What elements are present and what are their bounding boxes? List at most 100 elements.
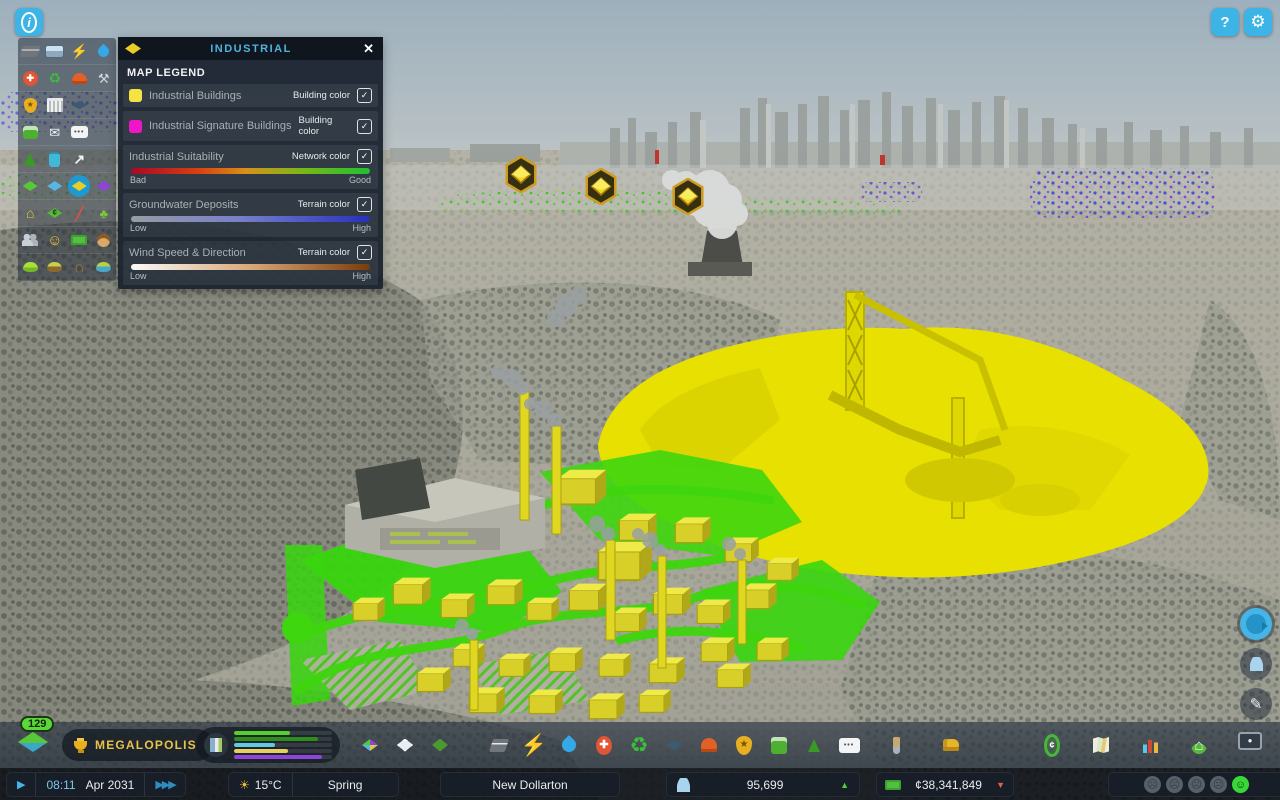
terrain-infoview-button[interactable]	[19, 256, 41, 278]
commercial-infoview-button[interactable]	[44, 175, 66, 197]
statistics-line-infoview-icon: ╱	[75, 207, 83, 220]
citizen-follow-button[interactable]	[1240, 648, 1272, 680]
play-button[interactable]: ▶	[17, 778, 25, 791]
legend-label: Industrial Signature Buildings	[149, 120, 291, 132]
routes-infoview-button[interactable]: ↗	[68, 148, 90, 170]
water-terrain-infoview-button[interactable]	[93, 256, 115, 278]
population-infoview-icon	[22, 234, 38, 246]
happiness-infoview-button[interactable]: ☺	[44, 229, 66, 251]
season-label: Spring	[328, 778, 363, 792]
electricity-infoview-button[interactable]: ⚡	[68, 40, 90, 62]
help-button[interactable]: ?	[1211, 8, 1239, 36]
parks-recreation-button[interactable]	[800, 730, 828, 760]
police-button[interactable]: ★	[730, 730, 758, 760]
workers-infoview-button[interactable]	[93, 229, 115, 251]
land-value-infoview-button[interactable]: ⌂	[19, 202, 41, 224]
checkbox[interactable]: ✓	[357, 245, 372, 260]
landscaping-button[interactable]	[882, 730, 910, 760]
speed-button[interactable]: ▶▶▶	[155, 778, 174, 791]
garbage-infoview-button[interactable]: ♻	[44, 67, 66, 89]
population-icon	[677, 778, 690, 792]
milestone-button[interactable]: MEGALOPOLIS	[62, 729, 213, 761]
money-infoview-button[interactable]	[68, 229, 90, 251]
vegetation-button[interactable]	[426, 730, 454, 760]
notes-button[interactable]: ✎	[1240, 688, 1272, 720]
mail-infoview-button[interactable]: ✉	[44, 121, 66, 143]
roads-button[interactable]	[485, 730, 513, 760]
zoning-demand-panel[interactable]	[196, 727, 340, 763]
infoviews-button[interactable]: i	[15, 8, 43, 36]
happiness-face[interactable]: ☹	[1166, 776, 1183, 793]
fire-infoview-button[interactable]	[68, 67, 90, 89]
industrial-infoview-button[interactable]	[68, 175, 90, 197]
police-infoview-button[interactable]: ★	[19, 94, 41, 116]
electricity-button[interactable]: ⚡	[520, 730, 548, 760]
progression-button[interactable]: ⌂	[1185, 730, 1213, 760]
checkbox[interactable]: ✓	[357, 149, 372, 164]
tourism-infoview-button[interactable]	[44, 148, 66, 170]
statistics-button[interactable]	[1136, 730, 1164, 760]
healthcare-button[interactable]: ✚	[590, 730, 618, 760]
communications-button[interactable]: •••	[835, 730, 863, 760]
vehicles-infoview-button[interactable]	[44, 40, 66, 62]
administration-infoview-button[interactable]	[44, 94, 66, 116]
trophy-icon	[74, 741, 87, 750]
economy-map-infoview-button[interactable]: ¢	[44, 202, 66, 224]
economy-button[interactable]: ¢	[1038, 730, 1066, 760]
bulldozer-button[interactable]	[937, 730, 965, 760]
zoning-button[interactable]	[356, 730, 384, 760]
transportation-infoview-button[interactable]	[19, 121, 41, 143]
happiness-face[interactable]: ☹	[1188, 776, 1205, 793]
pollution-infoview-button[interactable]: ♣	[93, 202, 115, 224]
noise-infoview-button[interactable]: ∩	[68, 256, 90, 278]
fire-rescue-button[interactable]	[695, 730, 723, 760]
legend-type-label: Terrain color	[298, 199, 350, 210]
chirper-button[interactable]	[1240, 608, 1272, 640]
groundwater-overlay-specks	[1030, 168, 1215, 218]
money-display[interactable]: ¢38,341,849 ▼	[876, 772, 1014, 797]
water-infoview-button[interactable]	[93, 40, 115, 62]
communications-infoview-button[interactable]: •••	[68, 121, 90, 143]
education-infoview-button[interactable]	[68, 94, 90, 116]
healthcare-icon: ✚	[596, 736, 612, 755]
construction-toolbar: ⚡ ✚ ♻ ★ ••• ¢ ⌂	[356, 728, 1213, 762]
healthcare-infoview-button[interactable]: ✚	[19, 67, 41, 89]
city-level-badge[interactable]: 129	[12, 716, 58, 768]
office-infoview-button[interactable]	[93, 175, 115, 197]
city-journal-button[interactable]	[1087, 730, 1115, 760]
transportation-button[interactable]	[765, 730, 793, 760]
settings-button[interactable]: ⚙	[1244, 8, 1272, 36]
happiness-face[interactable]: ☹	[1210, 776, 1227, 793]
soil-infoview-button[interactable]	[44, 256, 66, 278]
city-name-display[interactable]: New Dollarton	[440, 772, 620, 797]
garbage-button[interactable]: ♻	[625, 730, 653, 760]
money-trend-down-icon: ▼	[996, 780, 1005, 790]
legend-label: Groundwater Deposits	[129, 199, 291, 211]
education-button[interactable]	[660, 730, 688, 760]
close-icon[interactable]: ✕	[361, 41, 376, 57]
gear-icon: ⚙	[1250, 12, 1265, 32]
level-diamond-icon	[18, 732, 48, 752]
population-infoview-button[interactable]	[19, 229, 41, 251]
residential-infoview-button[interactable]	[19, 175, 41, 197]
happiness-selected-face[interactable]: ☺	[1232, 776, 1249, 793]
city-journal-icon	[1093, 737, 1109, 753]
status-bar: ▶ 08:11 Apr 2031 ▶▶▶ ☀ 15°C Spring New D…	[0, 768, 1280, 800]
checkbox[interactable]: ✓	[357, 119, 372, 134]
maintenance-infoview-button[interactable]: ⚒	[93, 67, 115, 89]
map-legend-title: MAP LEGEND	[118, 60, 383, 84]
photo-mode-button[interactable]: ●	[1232, 730, 1268, 751]
statistics-line-infoview-button[interactable]: ╱	[68, 202, 90, 224]
happiness-display[interactable]: ☹ ☹ ☹ ☹ ☺	[1108, 772, 1280, 797]
population-display[interactable]: 95,699 ▲	[666, 772, 860, 797]
checkbox[interactable]: ✓	[357, 88, 372, 103]
suitability-gradient	[131, 168, 370, 174]
roads-infoview-button[interactable]	[19, 40, 41, 62]
areas-button[interactable]	[391, 730, 419, 760]
infoview-row: ↗	[18, 146, 116, 173]
checkbox[interactable]: ✓	[357, 197, 372, 212]
police-infoview-icon: ★	[24, 98, 37, 113]
water-sewage-button[interactable]	[555, 730, 583, 760]
parks-infoview-button[interactable]	[19, 148, 41, 170]
happiness-face[interactable]: ☹	[1144, 776, 1161, 793]
